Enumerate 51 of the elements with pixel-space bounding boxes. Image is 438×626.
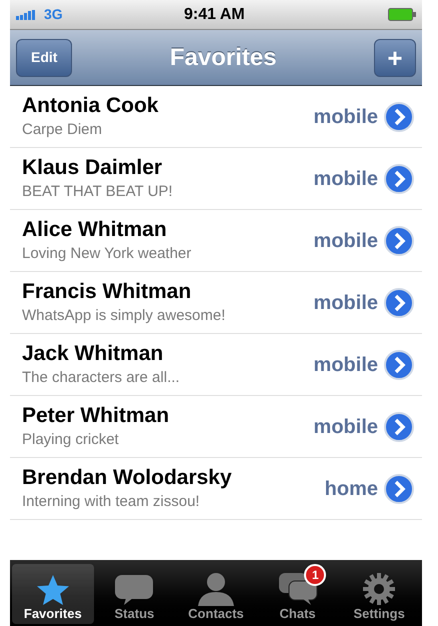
tab-bar-item[interactable]: Chats 1: [256, 564, 338, 624]
network-type: 3G: [44, 5, 64, 24]
tab-bar-item[interactable]: Status: [94, 564, 176, 624]
edit-button[interactable]: Edit: [16, 38, 72, 76]
phone-type: mobile: [314, 414, 378, 440]
detail-disclosure-icon[interactable]: [384, 474, 414, 504]
status-message: Playing cricket: [22, 431, 120, 450]
status-message: The characters are all...: [22, 369, 181, 388]
contact-row[interactable]: Antonia Cook Carpe Diem mobile: [10, 86, 422, 148]
status-message: WhatsApp is simply awesome!: [22, 307, 226, 326]
person-icon: [196, 572, 236, 606]
contact-row[interactable]: Francis Whitman WhatsApp is simply awesome! mobile: [10, 272, 422, 334]
contact-name: Alice Whitman: [22, 217, 168, 243]
detail-disclosure-icon[interactable]: [384, 226, 414, 256]
status-message: Interning with team zissou!: [22, 493, 201, 512]
clock-time: 9:41 AM: [184, 4, 246, 24]
tab-bar-item[interactable]: Contacts: [175, 564, 257, 624]
phone-type: mobile: [314, 104, 378, 130]
contact-row[interactable]: Jack Whitman The characters are all... mobile: [10, 334, 422, 396]
contact-name: Klaus Daimler: [22, 155, 164, 181]
phone-type: home: [324, 476, 378, 502]
contact-name: Brendan Wolodarsky: [22, 465, 233, 491]
add-button[interactable]: +: [374, 38, 416, 76]
detail-disclosure-icon[interactable]: [384, 102, 414, 132]
contact-row[interactable]: Peter Whitman Playing cricket mobile: [10, 396, 422, 458]
star-icon: [36, 574, 70, 606]
detail-disclosure-icon[interactable]: [384, 288, 414, 318]
contact-name: Francis Whitman: [22, 279, 192, 305]
status-message: Loving New York weather: [22, 245, 192, 264]
unread-badge: 1: [304, 564, 326, 586]
detail-disclosure-icon[interactable]: [384, 164, 414, 194]
phone-type: mobile: [314, 352, 378, 378]
signal-icon: [16, 10, 38, 20]
battery-icon: [388, 8, 416, 21]
tab-bar-item[interactable]: Settings: [338, 564, 420, 624]
contact-row[interactable]: Alice Whitman Loving New York weather mobile: [10, 210, 422, 272]
phone-type: mobile: [314, 290, 378, 316]
contact-row[interactable]: Klaus Daimler BEAT THAT BEAT UP! mobile: [10, 148, 422, 210]
contact-name: Jack Whitman: [22, 341, 164, 367]
phone-type: mobile: [314, 166, 378, 192]
tab-bar-item[interactable]: Favorites: [12, 564, 94, 624]
status-message: Carpe Diem: [22, 121, 104, 140]
contact-row[interactable]: Brendan Wolodarsky Interning with team zissou! home: [10, 458, 422, 520]
screen-title: Favorites: [170, 42, 277, 72]
contact-name: Peter Whitman: [22, 403, 170, 429]
phone-type: mobile: [314, 228, 378, 254]
detail-disclosure-icon[interactable]: [384, 350, 414, 380]
status-message: BEAT THAT BEAT UP!: [22, 183, 174, 202]
contact-name: Antonia Cook: [22, 93, 160, 119]
speech-bubble-icon: [114, 574, 154, 606]
detail-disclosure-icon[interactable]: [384, 412, 414, 442]
